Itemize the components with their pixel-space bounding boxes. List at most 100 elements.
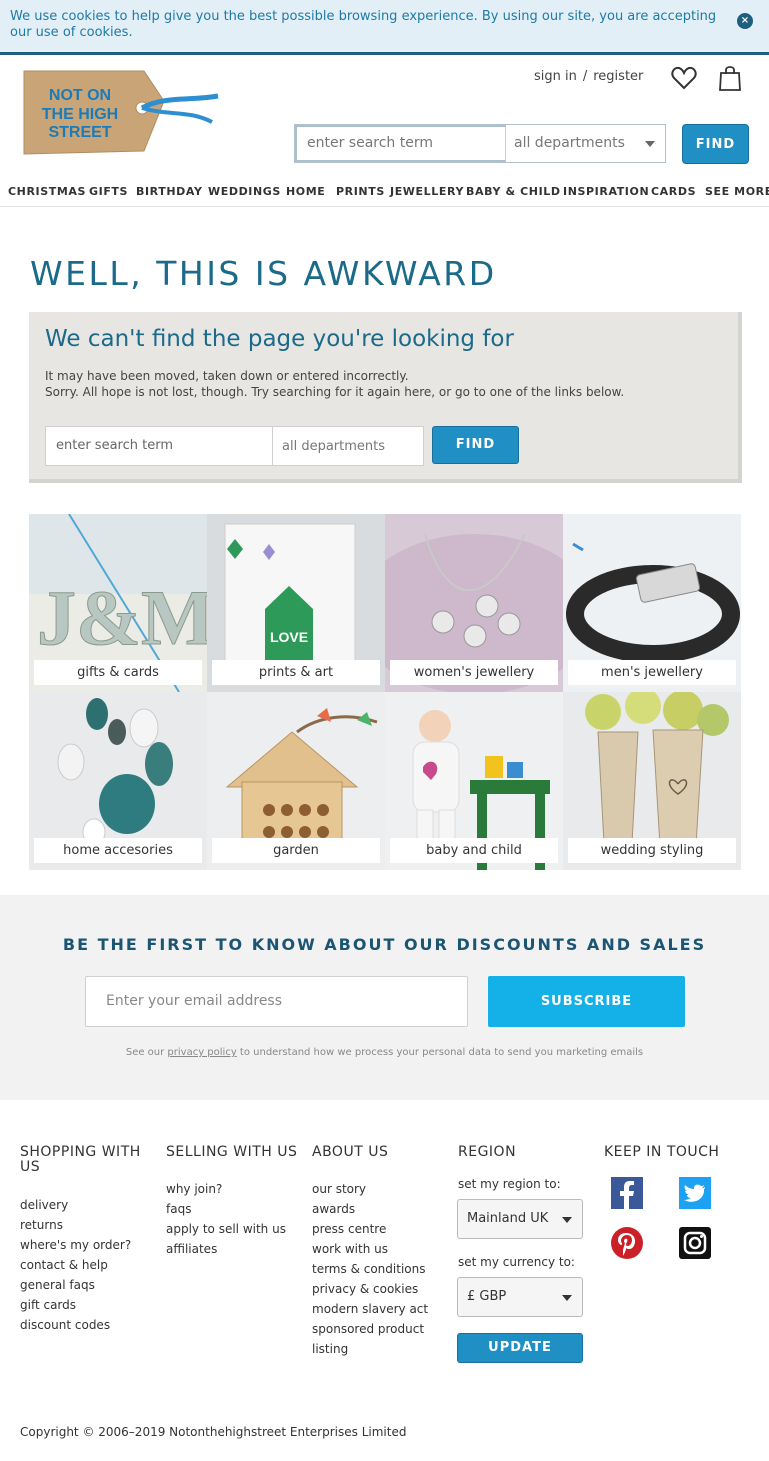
cookie-message: We use cookies to help give you the best… xyxy=(10,9,717,40)
newsletter-heading: BE THE FIRST TO KNOW ABOUT OUR DISCOUNTS… xyxy=(62,935,707,954)
panel-find-button[interactable]: FIND xyxy=(432,426,519,464)
footer-link-terms[interactable]: terms & conditions xyxy=(312,1259,428,1279)
chevron-down-icon xyxy=(562,1295,572,1301)
footer-keep-in-touch-heading: KEEP IN TOUCH xyxy=(604,1144,720,1160)
email-field[interactable]: Enter your email address xyxy=(85,976,468,1027)
find-button[interactable]: FIND xyxy=(682,124,749,164)
tile-garden[interactable]: garden xyxy=(207,692,385,870)
footer-link-delivery[interactable]: delivery xyxy=(20,1195,141,1215)
footer-link-contact[interactable]: contact & help xyxy=(20,1255,141,1275)
update-button[interactable]: UPDATE xyxy=(457,1333,583,1363)
twitter-icon[interactable] xyxy=(679,1177,711,1209)
instagram-icon[interactable] xyxy=(679,1227,711,1259)
footer-region: REGION xyxy=(458,1145,516,1160)
currency-select[interactable]: £ GBP xyxy=(457,1277,583,1317)
tile-label: garden xyxy=(212,838,380,863)
privacy-note-suffix: to understand how we process your person… xyxy=(236,1047,644,1058)
print-word: LOVE xyxy=(270,629,308,645)
footer-selling-heading: SELLING WITH US xyxy=(166,1144,298,1160)
shopping-bag-icon[interactable] xyxy=(719,65,741,91)
close-icon[interactable]: × xyxy=(737,13,753,29)
footer-about: ABOUT US our story awards press centre w… xyxy=(312,1145,428,1359)
header-search: enter search term all departments xyxy=(294,124,666,163)
tile-gifts-cards[interactable]: J&M gifts & cards xyxy=(29,514,207,692)
nav-item-prints[interactable]: PRINTS xyxy=(336,185,385,198)
site-logo[interactable]: NOT ON THE HIGH STREET xyxy=(14,66,226,166)
tile-label: gifts & cards xyxy=(34,660,202,685)
footer-selling: SELLING WITH US why join? faqs apply to … xyxy=(166,1145,297,1259)
footer-keep-in-touch: KEEP IN TOUCH xyxy=(604,1145,719,1160)
copyright: Copyright © 2006–2019 Notonthehighstreet… xyxy=(20,1425,407,1439)
footer-shopping: SHOPPING WITH US delivery returns where's… xyxy=(20,1145,141,1335)
search-input[interactable]: enter search term xyxy=(295,125,506,162)
not-found-panel: We can't find the page you're looking fo… xyxy=(29,312,742,483)
logo-line-2: THE HIGH xyxy=(42,106,118,123)
page-title: WELL, THIS IS AWKWARD xyxy=(30,254,497,293)
tile-wedding-styling[interactable]: wedding styling xyxy=(563,692,741,870)
subscribe-button[interactable]: SUBSCRIBE xyxy=(488,976,685,1027)
tile-label: baby and child xyxy=(390,838,558,863)
footer-about-heading: ABOUT US xyxy=(312,1144,389,1160)
category-tiles: J&M gifts & cards LOVE prints & art wome… xyxy=(29,514,741,870)
nav-item-home[interactable]: HOME xyxy=(286,185,325,198)
footer-link-our-story[interactable]: our story xyxy=(312,1179,428,1199)
nav-item-birthday[interactable]: BIRTHDAY xyxy=(136,185,203,198)
tile-prints-art[interactable]: LOVE prints & art xyxy=(207,514,385,692)
privacy-policy-link[interactable]: privacy policy xyxy=(167,1047,236,1058)
nav-item-jewellery[interactable]: JEWELLERY xyxy=(390,185,464,198)
tile-home-accessories[interactable]: home accesories xyxy=(29,692,207,870)
tile-womens-jewellery[interactable]: women's jewellery xyxy=(385,514,563,692)
privacy-note: See our privacy policy to understand how… xyxy=(0,1047,769,1058)
footer-link-affiliates[interactable]: affiliates xyxy=(166,1239,297,1259)
heart-icon[interactable] xyxy=(671,66,697,90)
nav-item-cards[interactable]: CARDS xyxy=(651,185,696,198)
cookie-banner: We use cookies to help give you the best… xyxy=(0,0,769,55)
newsletter-section: BE THE FIRST TO KNOW ABOUT OUR DISCOUNTS… xyxy=(0,895,769,1100)
footer-link-awards[interactable]: awards xyxy=(312,1199,428,1219)
footer-shopping-heading-2: US xyxy=(20,1159,41,1175)
footer-link-general-faqs[interactable]: general faqs xyxy=(20,1275,141,1295)
footer-link-order[interactable]: where's my order? xyxy=(20,1235,141,1255)
panel-department-select[interactable]: all departments xyxy=(272,426,424,466)
nav-item-inspiration[interactable]: INSPIRATION xyxy=(563,185,649,198)
nav-item-weddings[interactable]: WEDDINGS xyxy=(208,185,281,198)
account-separator: / xyxy=(582,69,588,84)
panel-search-input[interactable]: enter search term xyxy=(45,426,273,466)
department-select[interactable]: all departments xyxy=(506,125,665,162)
region-value: Mainland UK xyxy=(467,1211,549,1226)
nav-item-gifts[interactable]: GIFTS xyxy=(89,185,128,198)
footer-link-gift-cards[interactable]: gift cards xyxy=(20,1295,141,1315)
not-found-heading: We can't find the page you're looking fo… xyxy=(45,326,514,352)
tile-label: wedding styling xyxy=(568,838,736,863)
tile-label: home accesories xyxy=(34,838,202,863)
footer-link-slavery[interactable]: modern slavery act xyxy=(312,1299,428,1319)
register-link[interactable]: register xyxy=(593,69,643,84)
region-select[interactable]: Mainland UK xyxy=(457,1199,583,1239)
footer-link-listing[interactable]: listing xyxy=(312,1339,428,1359)
footer-link-discount-codes[interactable]: discount codes xyxy=(20,1315,141,1335)
logo-line-3: STREET xyxy=(48,124,111,141)
footer-link-apply[interactable]: apply to sell with us xyxy=(166,1219,297,1239)
footer-link-faqs[interactable]: faqs xyxy=(166,1199,297,1219)
tile-label: women's jewellery xyxy=(390,660,558,685)
facebook-icon[interactable] xyxy=(611,1177,643,1209)
main-nav: CHRISTMAS GIFTS BIRTHDAY WEDDINGS HOME P… xyxy=(0,178,769,207)
tile-baby-child[interactable]: baby and child xyxy=(385,692,563,870)
footer-link-why-join[interactable]: why join? xyxy=(166,1179,297,1199)
currency-value: £ GBP xyxy=(467,1289,507,1304)
tile-letters: J&M xyxy=(37,574,207,661)
footer-link-sponsored[interactable]: sponsored product xyxy=(312,1319,428,1339)
footer-link-press[interactable]: press centre xyxy=(312,1219,428,1239)
nav-item-see-more[interactable]: SEE MORE xyxy=(705,185,769,198)
nav-item-christmas[interactable]: CHRISTMAS xyxy=(8,185,86,198)
nav-item-baby-child[interactable]: BABY & CHILD xyxy=(466,185,561,198)
sign-in-link[interactable]: sign in xyxy=(534,69,577,84)
footer-link-work[interactable]: work with us xyxy=(312,1239,428,1259)
footer-link-returns[interactable]: returns xyxy=(20,1215,141,1235)
footer-link-privacy[interactable]: privacy & cookies xyxy=(312,1279,428,1299)
region-label: set my region to: xyxy=(458,1177,561,1191)
pinterest-icon[interactable] xyxy=(611,1227,643,1259)
tile-label: prints & art xyxy=(212,660,380,685)
not-found-message-1: It may have been moved, taken down or en… xyxy=(45,369,409,383)
tile-mens-jewellery[interactable]: men's jewellery xyxy=(563,514,741,692)
